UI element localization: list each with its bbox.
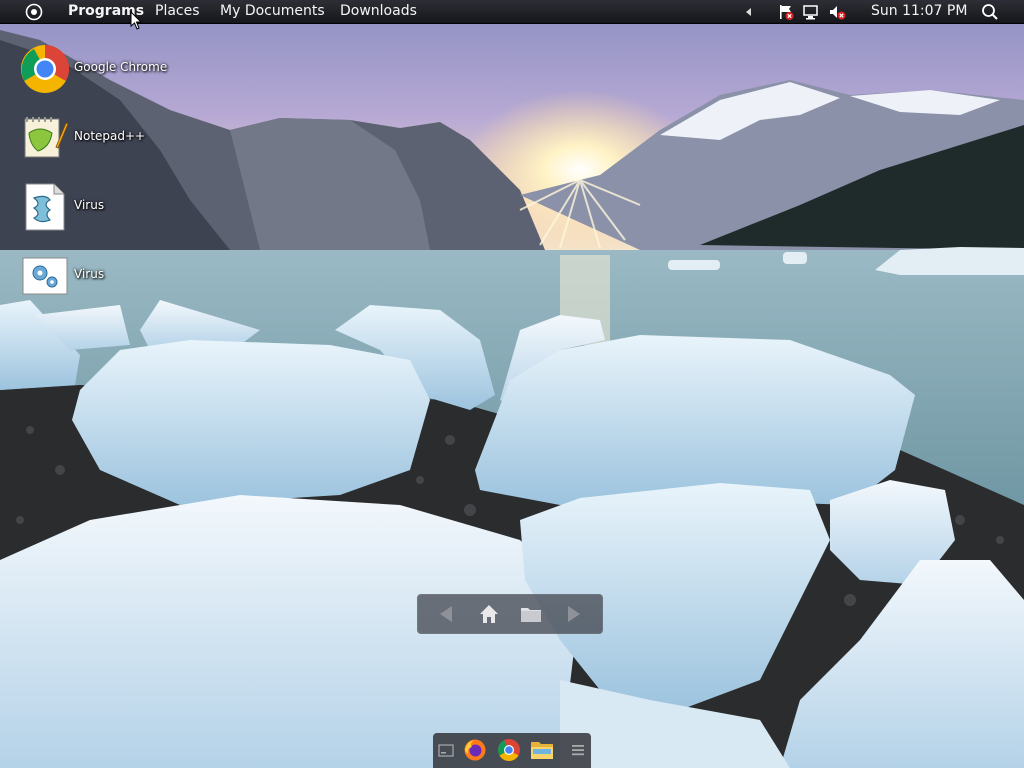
file-navigation-bar [417, 594, 603, 634]
dock-terminal[interactable] [437, 738, 455, 762]
chrome-icon [20, 44, 70, 94]
network-disconnected-icon [803, 5, 818, 20]
dock-firefox[interactable] [463, 738, 487, 762]
app-menu-icon [572, 745, 584, 756]
desktop-icon-virus-settings[interactable]: Virus [20, 251, 190, 305]
settings-file-icon [22, 257, 68, 295]
dock-file-manager[interactable] [530, 738, 554, 762]
desktop-icon-google-chrome[interactable]: Google Chrome [20, 44, 190, 98]
mouse-cursor-icon [130, 11, 143, 30]
panel-search-button[interactable] [981, 3, 999, 21]
home-icon [480, 605, 498, 623]
tray-expand-button[interactable] [740, 3, 758, 21]
panel-logo-button[interactable] [24, 2, 44, 22]
firefox-icon [464, 739, 486, 761]
desktop-icon-label: Virus [74, 267, 105, 281]
desktop-icon-label: Notepad++ [74, 129, 146, 143]
dock [433, 733, 591, 768]
top-panel: Programs Places My Documents Downloads S… [0, 0, 1024, 30]
dock-chrome[interactable] [497, 738, 521, 762]
action-center-flag-icon [780, 5, 794, 20]
notepad-plus-plus-icon [24, 117, 69, 158]
desktop-icon-label: Google Chrome [74, 60, 168, 74]
menu-downloads[interactable]: Downloads [340, 0, 417, 23]
nav-folder-button[interactable] [519, 602, 543, 626]
desktop-icon-label: Virus [74, 198, 105, 212]
forward-arrow-icon [568, 606, 580, 622]
panel-clock[interactable]: Sun 11:07 PM [871, 0, 967, 23]
nav-back-button[interactable] [435, 602, 459, 626]
menu-my-documents[interactable]: My Documents [220, 0, 325, 23]
tray-network-button[interactable] [802, 3, 820, 21]
file-manager-icon [531, 742, 553, 759]
desktop-icon-virus-script[interactable]: Virus [20, 182, 190, 236]
dock-app-menu[interactable] [569, 738, 587, 762]
nav-home-button[interactable] [477, 602, 501, 626]
nav-forward-button[interactable] [561, 602, 585, 626]
desktop-icon-notepad-plus-plus[interactable]: Notepad++ [20, 113, 190, 167]
menu-places[interactable]: Places [155, 0, 200, 23]
search-icon [982, 4, 998, 20]
back-arrow-icon [440, 606, 452, 622]
folder-icon [521, 608, 541, 622]
terminal-icon [438, 744, 454, 757]
chrome-icon [498, 739, 520, 761]
script-file-icon [25, 183, 65, 231]
tray-left-arrow-icon [746, 8, 751, 16]
circle-dot-icon [25, 3, 43, 21]
tray-flag-button[interactable] [777, 3, 795, 21]
volume-muted-icon [830, 6, 846, 20]
tray-volume-button[interactable] [828, 3, 846, 21]
